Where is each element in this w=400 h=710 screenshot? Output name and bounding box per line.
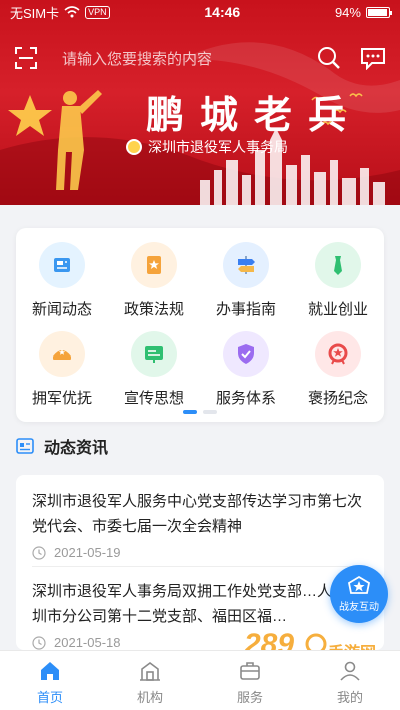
menu-item[interactable]: 宣传思想 bbox=[108, 331, 200, 408]
banner-title: 鹏城老兵 bbox=[146, 92, 363, 137]
search-icon bbox=[318, 47, 340, 69]
wifi-icon bbox=[64, 6, 80, 18]
menu-pager bbox=[16, 410, 384, 414]
star-badge-icon bbox=[347, 575, 371, 594]
nav-item[interactable]: 机构 bbox=[100, 651, 200, 710]
home-icon bbox=[41, 662, 59, 680]
news-date-row: 2021-05-19 bbox=[32, 545, 368, 560]
briefcase-icon bbox=[240, 662, 260, 680]
memorial-wreath-icon bbox=[315, 331, 361, 377]
nav-label: 首页 bbox=[36, 690, 63, 705]
menu-item-label: 就业创业 bbox=[307, 301, 368, 318]
menu-item[interactable]: 新闻动态 bbox=[16, 242, 108, 319]
building-icon bbox=[140, 662, 160, 681]
search-button[interactable] bbox=[314, 43, 344, 73]
news-section-icon bbox=[16, 438, 34, 454]
nav-item[interactable]: 服务 bbox=[200, 651, 300, 710]
news-section-header: 动态资讯 bbox=[16, 434, 108, 458]
menu-item[interactable]: 就业创业 bbox=[292, 242, 384, 319]
policy-book-icon bbox=[131, 242, 177, 288]
menu-item-label: 拥军优抚 bbox=[31, 390, 92, 407]
pager-dot[interactable] bbox=[203, 410, 217, 414]
scan-icon bbox=[15, 47, 37, 69]
news-date: 2021-05-18 bbox=[54, 635, 121, 650]
emblem-icon bbox=[126, 139, 142, 155]
status-time: 14:46 bbox=[204, 4, 241, 20]
scan-button[interactable] bbox=[12, 44, 40, 72]
status-bar: 无SIM卡 VPN 14:46 94% bbox=[0, 0, 400, 24]
battery-icon bbox=[365, 6, 392, 18]
clock-icon bbox=[32, 635, 46, 650]
nav-item[interactable]: 首页 bbox=[0, 651, 100, 710]
search-bar: 请输入您要搜索的内容 bbox=[0, 38, 400, 78]
menu-item[interactable]: 办事指南 bbox=[200, 242, 292, 319]
menu-item[interactable]: 服务体系 bbox=[200, 331, 292, 408]
nav-label: 我的 bbox=[336, 690, 363, 705]
news-title: 深圳市退役军人事务局双拥工作处党支部…人寿深圳市分公司第十二党支部、福田区福… bbox=[32, 583, 363, 625]
nav-label: 机构 bbox=[136, 690, 163, 705]
vpn-badge: VPN bbox=[85, 5, 110, 19]
menu-card: 新闻动态 政策法规 办事指南 就业创业拥军优抚 宣传思想 服务体系 褒扬纪念 bbox=[16, 228, 384, 422]
pager-dot[interactable] bbox=[183, 410, 197, 414]
bottom-nav: 首页 机构 服务 我的 bbox=[0, 650, 400, 710]
menu-item-label: 褒扬纪念 bbox=[307, 390, 368, 407]
clock-icon bbox=[32, 545, 46, 560]
message-button[interactable] bbox=[358, 43, 388, 73]
news-title: 深圳市退役军人服务中心党支部传达学习市第七次党代会、市委七届一次全会精神 bbox=[32, 493, 363, 535]
menu-item[interactable]: 拥军优抚 bbox=[16, 331, 108, 408]
user-icon bbox=[340, 661, 360, 681]
guide-signpost-icon bbox=[223, 242, 269, 288]
menu-item-label: 新闻动态 bbox=[31, 301, 92, 318]
tie-icon bbox=[315, 242, 361, 288]
menu-grid: 新闻动态 政策法规 办事指南 就业创业拥军优抚 宣传思想 服务体系 褒扬纪念 bbox=[16, 242, 384, 408]
menu-item[interactable]: 政策法规 bbox=[108, 242, 200, 319]
comrade-interaction-button[interactable]: 战友互动 bbox=[330, 565, 388, 623]
float-button-label: 战友互动 bbox=[339, 602, 379, 613]
message-icon bbox=[361, 48, 385, 70]
banner-org: 深圳市退役军人事务局 bbox=[126, 137, 288, 157]
menu-item[interactable]: 褒扬纪念 bbox=[292, 331, 384, 408]
news-section-title: 动态资讯 bbox=[44, 440, 109, 457]
menu-item-label: 服务体系 bbox=[215, 390, 276, 407]
menu-item-label: 政策法规 bbox=[123, 301, 184, 318]
menu-item-label: 办事指南 bbox=[215, 301, 276, 318]
search-input[interactable]: 请输入您要搜索的内容 bbox=[62, 48, 314, 69]
board-icon bbox=[131, 331, 177, 377]
battery-percent: 94% bbox=[334, 4, 361, 20]
shield-check-icon bbox=[223, 331, 269, 377]
news-icon bbox=[39, 242, 85, 288]
nav-item[interactable]: 我的 bbox=[300, 651, 400, 710]
news-date: 2021-05-19 bbox=[54, 545, 121, 560]
menu-item-label: 宣传思想 bbox=[123, 390, 184, 407]
carrier-label: 无SIM卡 bbox=[10, 5, 60, 21]
news-item[interactable]: 深圳市退役军人服务中心党支部传达学习市第七次党代会、市委七届一次全会精神 2021… bbox=[32, 475, 368, 560]
soldier-cap-icon bbox=[39, 331, 85, 377]
news-list: 深圳市退役军人服务中心党支部传达学习市第七次党代会、市委七届一次全会精神 2021… bbox=[16, 475, 384, 650]
header-banner: 请输入您要搜索的内容 鹏城老兵 深圳市退役军人事务局 bbox=[0, 0, 400, 205]
banner-org-name: 深圳市退役军人事务局 bbox=[148, 139, 288, 155]
nav-label: 服务 bbox=[236, 690, 263, 705]
